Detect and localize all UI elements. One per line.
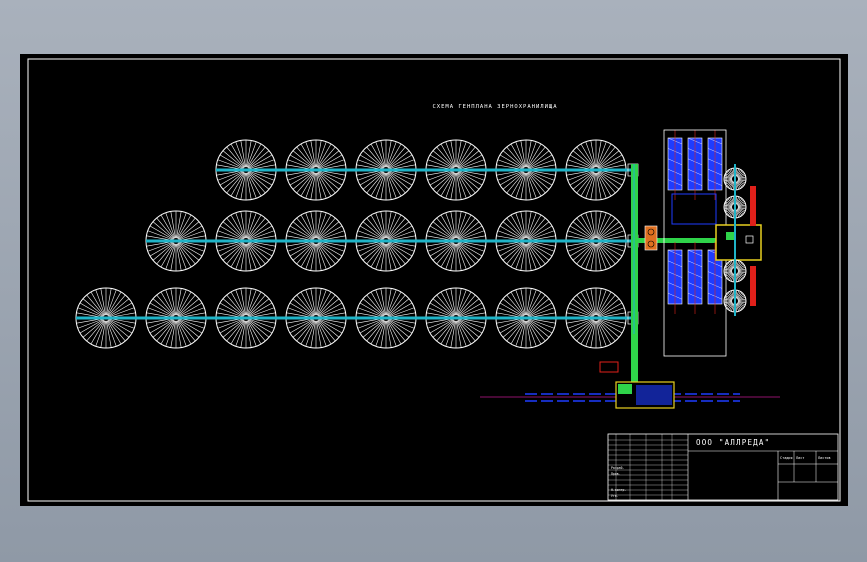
dryer-icon [644, 225, 658, 251]
drawing-title: СХЕМА ГЕНПЛАНА ЗЕРНОХРАНИЛИЩА [432, 104, 557, 110]
stage-label: Стадия [780, 456, 793, 460]
role-approve: Утв. [611, 494, 619, 498]
company-name: ООО "АЛЛРЕДА" [696, 438, 770, 447]
control-building [715, 224, 762, 261]
role-norm: Н.контр. [611, 488, 626, 492]
elevator-tower-icon [667, 130, 683, 200]
intake-building [615, 381, 675, 409]
gallery-down [631, 334, 636, 386]
weigh-house [599, 361, 619, 373]
elevator-tower-icon [687, 242, 703, 314]
elevator-complex [480, 129, 780, 409]
cad-viewport[interactable]: СХЕМА ГЕНПЛАНА ЗЕРНОХРАНИЛИЩА ООО "АЛЛРЕ… [20, 54, 848, 506]
conveyor-lines [76, 163, 718, 386]
red-bin [750, 186, 756, 226]
cad-drawing: СХЕМА ГЕНПЛАНА ЗЕРНОХРАНИЛИЩА ООО "АЛЛРЕ… [27, 58, 841, 502]
sheets-label: Листов [818, 456, 831, 460]
role-developer: Разраб. [611, 465, 625, 470]
tower-link [671, 193, 717, 225]
title-block: ООО "АЛЛРЕДА" Стадия Лист Листов Разраб.… [607, 433, 839, 501]
sheet-label: Лист [796, 456, 804, 460]
role-checker: Пров. [611, 472, 621, 476]
elevator-tower-icon [707, 130, 723, 200]
elevator-tower-icon [687, 130, 703, 200]
red-bin [750, 266, 756, 306]
elevator-tower-icon [667, 242, 683, 314]
